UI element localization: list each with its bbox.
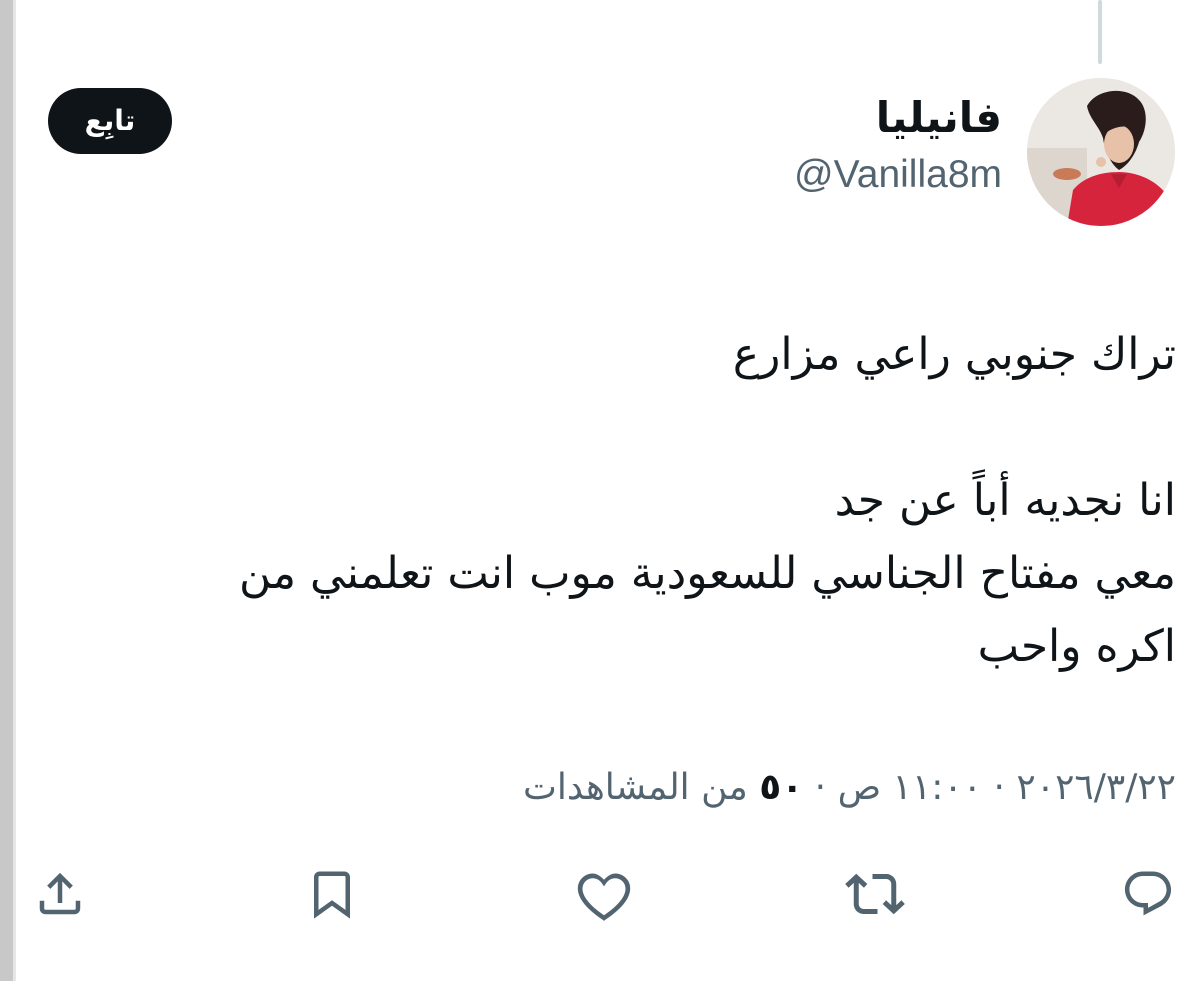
tweet-line: تراك جنوبي راعي مزارع	[732, 329, 1176, 380]
avatar[interactable]	[1027, 78, 1175, 226]
retweet-icon	[845, 873, 905, 915]
tweet-line: اكره واحب	[977, 621, 1176, 672]
panel-border	[0, 0, 13, 981]
user-handle[interactable]: @Vanilla8m	[794, 150, 1002, 200]
tweet-line: انا نجديه أباً عن جد	[834, 475, 1176, 526]
share-icon	[39, 872, 81, 915]
tweet-actions	[0, 862, 1200, 926]
tweet-line: معي مفتاح الجناسي للسعودية موب انت تعلمن…	[238, 548, 1176, 599]
panel-border-inner	[13, 0, 16, 981]
avatar-image	[1027, 78, 1175, 226]
bookmark-button[interactable]	[302, 862, 362, 926]
tweet-line-break	[66, 391, 1176, 464]
views-count[interactable]: ٥٠	[759, 767, 803, 808]
bookmark-icon	[314, 871, 350, 919]
meta-separator: ·	[993, 767, 1005, 808]
tweet-screen: فانيليا @Vanilla8m تابِع تراك جنوبي راعي…	[0, 0, 1200, 981]
reply-icon	[1124, 871, 1172, 916]
tweet-time[interactable]: ١١:٠٠ ص	[838, 767, 982, 808]
tweet-text: تراك جنوبي راعي مزارع انا نجديه أباً عن …	[66, 318, 1176, 683]
tweet-meta: ٢٠٢٦/٣/٢٢ · ١١:٠٠ ص · ٥٠ من المشاهدات	[523, 758, 1176, 818]
views-label: من المشاهدات	[523, 767, 748, 808]
share-button[interactable]	[30, 862, 90, 926]
reply-button[interactable]	[1118, 862, 1178, 926]
like-button[interactable]	[574, 862, 634, 926]
like-icon	[577, 873, 631, 921]
follow-button[interactable]: تابِع	[48, 88, 172, 154]
tweet-date[interactable]: ٢٠٢٦/٣/٢٢	[1016, 767, 1176, 808]
thread-connector-line	[1098, 0, 1102, 64]
tweet-header: فانيليا @Vanilla8m	[794, 92, 1002, 200]
retweet-button[interactable]	[845, 862, 905, 926]
display-name[interactable]: فانيليا	[794, 92, 1002, 144]
meta-separator: ·	[814, 767, 827, 808]
